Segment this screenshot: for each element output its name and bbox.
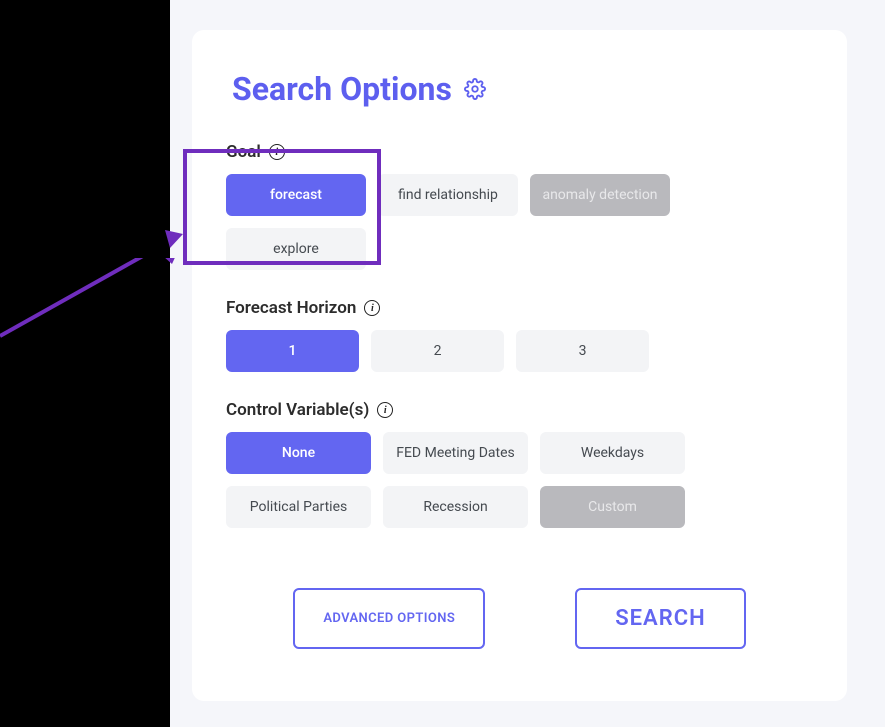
left-sidebar-black (0, 0, 170, 727)
page-title: Search Options (232, 70, 452, 108)
control-option-weekdays[interactable]: Weekdays (540, 432, 685, 474)
goal-section: Goal i forecast find relationship anomal… (226, 142, 813, 270)
info-icon[interactable]: i (269, 144, 285, 160)
search-button[interactable]: SEARCH (575, 588, 745, 649)
horizon-label-row: Forecast Horizon i (226, 298, 813, 318)
control-options-row: None FED Meeting Dates Weekdays Politica… (226, 432, 813, 528)
control-section: Control Variable(s) i None FED Meeting D… (226, 400, 813, 528)
title-row: Search Options (232, 70, 813, 108)
search-options-card: Search Options Goal i forecast find rela… (192, 30, 847, 701)
horizon-option-1[interactable]: 1 (226, 330, 359, 372)
goal-option-explore[interactable]: explore (226, 228, 366, 270)
control-label: Control Variable(s) (226, 400, 369, 420)
control-option-recession[interactable]: Recession (383, 486, 528, 528)
info-icon[interactable]: i (364, 300, 380, 316)
horizon-options-row: 1 2 3 (226, 330, 813, 372)
control-option-fed-meeting-dates[interactable]: FED Meeting Dates (383, 432, 528, 474)
advanced-options-button[interactable]: ADVANCED OPTIONS (293, 588, 485, 649)
goal-label: Goal (226, 142, 261, 162)
goal-option-anomaly-detection: anomaly detection (530, 174, 670, 216)
goal-option-find-relationship[interactable]: find relationship (378, 174, 518, 216)
gear-icon[interactable] (464, 78, 486, 100)
bottom-actions: ADVANCED OPTIONS SEARCH (226, 588, 813, 649)
horizon-option-2[interactable]: 2 (371, 330, 504, 372)
control-option-none[interactable]: None (226, 432, 371, 474)
control-option-political-parties[interactable]: Political Parties (226, 486, 371, 528)
goal-label-row: Goal i (226, 142, 813, 162)
horizon-section: Forecast Horizon i 1 2 3 (226, 298, 813, 372)
control-option-custom: Custom (540, 486, 685, 528)
horizon-option-3[interactable]: 3 (516, 330, 649, 372)
goal-options-row: forecast find relationship anomaly detec… (226, 174, 813, 270)
info-icon[interactable]: i (377, 402, 393, 418)
goal-option-forecast[interactable]: forecast (226, 174, 366, 216)
control-label-row: Control Variable(s) i (226, 400, 813, 420)
horizon-label: Forecast Horizon (226, 298, 356, 318)
